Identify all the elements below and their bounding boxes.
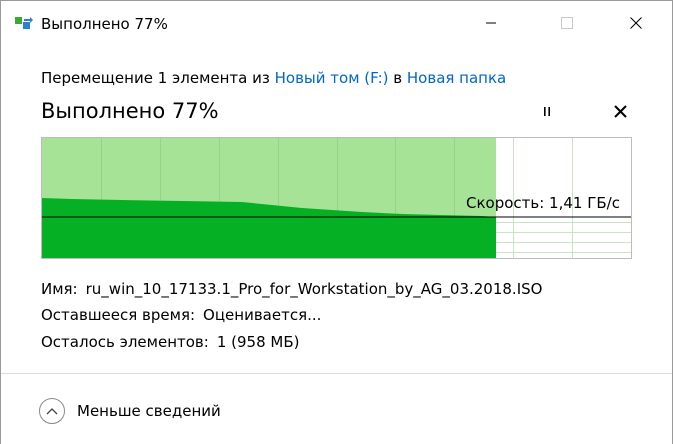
fewer-details-button[interactable]: Меньше сведений (39, 396, 221, 426)
detail-items-remaining: Осталось элементов: 1 (958 МБ) (41, 333, 299, 351)
operation-prefix: Перемещение 1 элемента из (41, 69, 275, 87)
maximize-button[interactable] (544, 1, 590, 45)
detail-items-label: Осталось элементов: (41, 333, 209, 351)
close-button[interactable] (613, 1, 659, 45)
footer: Меньше сведений (1, 373, 672, 444)
cancel-icon (613, 104, 627, 118)
fewer-details-label: Меньше сведений (77, 402, 221, 420)
pause-button[interactable] (534, 100, 560, 122)
window-title: Выполнено 77% (41, 15, 168, 33)
cancel-button[interactable] (607, 100, 633, 122)
minimize-icon (486, 22, 496, 24)
speed-label: Скорость: 1,41 ГБ/с (466, 194, 620, 212)
file-move-icon (14, 15, 34, 31)
operation-middle: в (388, 69, 407, 87)
close-icon (630, 17, 642, 29)
minimize-button[interactable] (468, 1, 514, 45)
detail-time-label: Оставшееся время: (41, 306, 196, 324)
operation-description: Перемещение 1 элемента из Новый том (F:)… (41, 69, 506, 87)
destination-link[interactable]: Новая папка (407, 69, 506, 87)
title-bar: Выполнено 77% (1, 1, 672, 45)
detail-time-remaining: Оставшееся время: Оценивается... (41, 306, 321, 324)
detail-time-value: Оценивается... (203, 306, 322, 324)
detail-name: Имя: ru_win_10_17133.1_Pro_for_Workstatio… (41, 280, 542, 298)
detail-name-value: ru_win_10_17133.1_Pro_for_Workstation_by… (85, 280, 543, 298)
chevron-up-icon (39, 398, 65, 424)
progress-title: Выполнено 77% (41, 99, 219, 123)
detail-items-value: 1 (958 МБ) (216, 333, 300, 351)
source-link[interactable]: Новый том (F:) (275, 69, 389, 87)
maximize-icon (561, 17, 573, 29)
detail-name-label: Имя: (41, 280, 78, 298)
pause-icon (544, 107, 550, 116)
copy-progress-window: Выполнено 77% Перемещение 1 элемента из … (0, 0, 673, 444)
